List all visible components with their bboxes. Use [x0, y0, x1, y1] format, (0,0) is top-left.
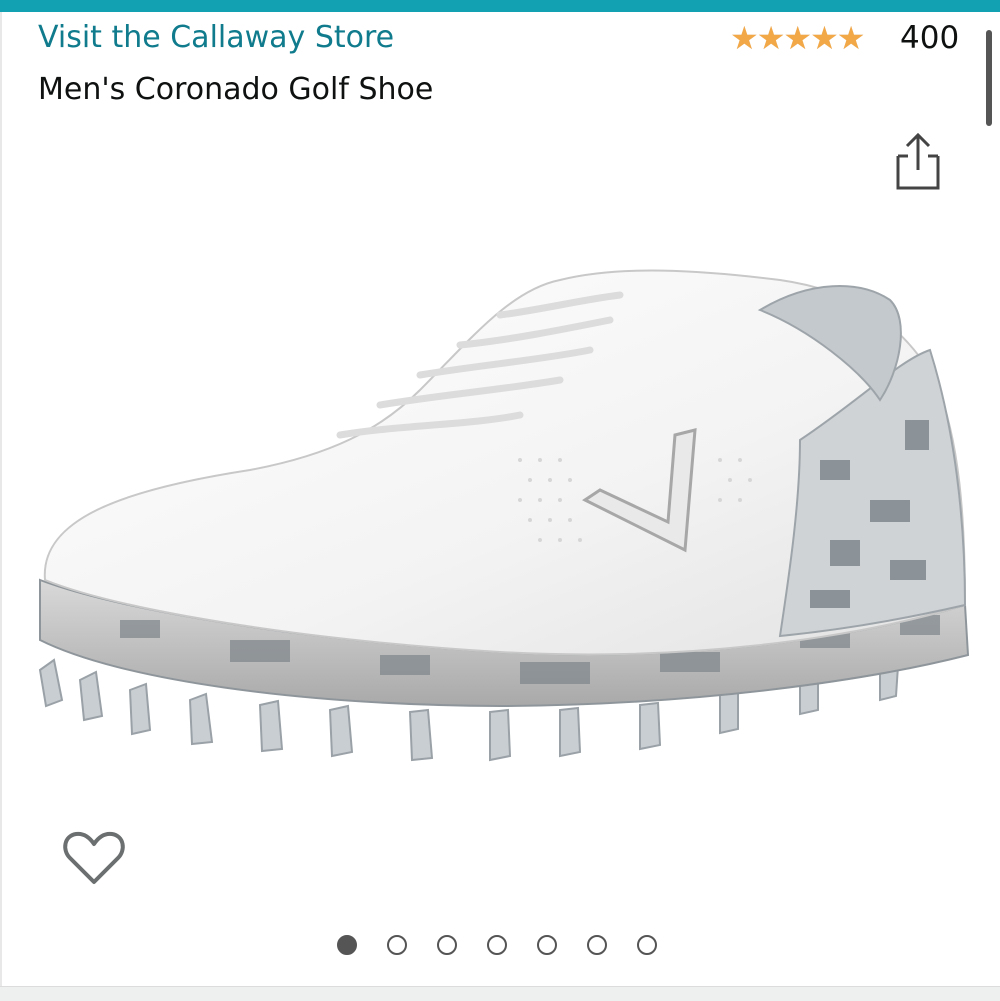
carousel-dot[interactable]: [637, 935, 657, 955]
carousel-dot[interactable]: [587, 935, 607, 955]
carousel-dot[interactable]: [437, 935, 457, 955]
share-icon[interactable]: [890, 130, 946, 192]
scrollbar-thumb[interactable]: [986, 30, 992, 126]
carousel-dot[interactable]: [337, 935, 357, 955]
rating-summary[interactable]: ★★★★★ ★★★★★ 400: [730, 18, 959, 58]
star-rating-fill: ★★★★★: [730, 21, 865, 55]
bottom-bar: [0, 986, 1000, 1001]
store-link[interactable]: Visit the Callaway Store: [38, 20, 394, 55]
product-image[interactable]: [0, 200, 1000, 820]
review-count[interactable]: 400: [900, 20, 959, 56]
carousel-dot[interactable]: [537, 935, 557, 955]
image-carousel-dots: [337, 935, 687, 959]
carousel-dot[interactable]: [487, 935, 507, 955]
top-accent-bar: [0, 0, 1000, 12]
carousel-dot[interactable]: [387, 935, 407, 955]
heart-icon[interactable]: [62, 826, 126, 890]
star-rating: ★★★★★ ★★★★★: [730, 21, 890, 55]
product-title: Men's Coronado Golf Shoe: [38, 72, 434, 107]
